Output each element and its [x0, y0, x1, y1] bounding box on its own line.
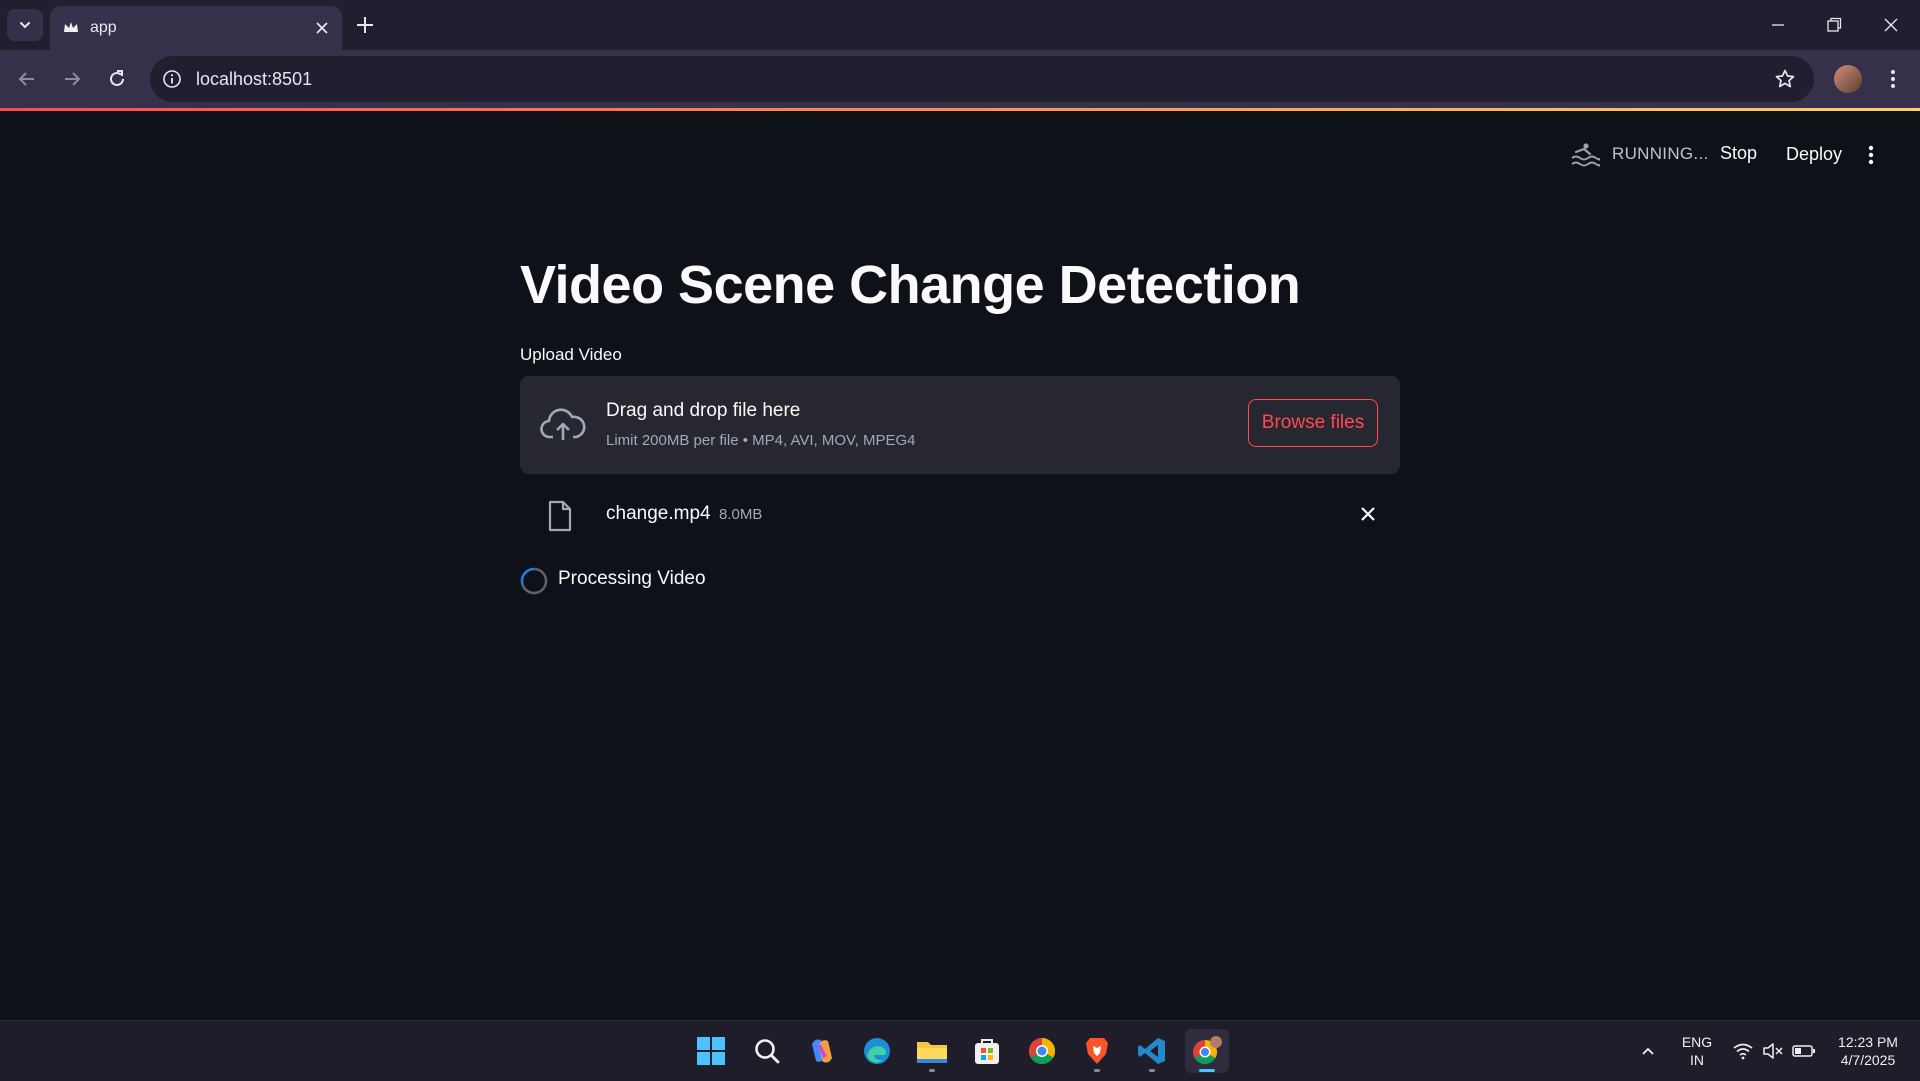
browser-tab-strip: app	[0, 0, 1920, 50]
battery-icon[interactable]	[1792, 1042, 1816, 1060]
taskbar-edge[interactable]	[855, 1029, 899, 1073]
copilot-icon	[812, 1039, 832, 1063]
spinner-text: Processing Video	[558, 568, 706, 589]
app-header: RUNNING... Stop Deploy	[0, 111, 1920, 197]
browser-menu-icon[interactable]	[1888, 68, 1898, 90]
wifi-icon[interactable]	[1732, 1042, 1754, 1060]
chevron-up-icon[interactable]	[1640, 1043, 1656, 1059]
address-bar[interactable]: localhost:8501	[150, 56, 1814, 102]
language-code: ENG	[1681, 1034, 1713, 1050]
file-dropzone[interactable]: Drag and drop file here Limit 200MB per …	[520, 376, 1400, 474]
close-tab-icon[interactable]	[314, 20, 330, 36]
brave-icon	[1086, 1038, 1108, 1064]
search-icon	[755, 1039, 780, 1064]
reload-icon[interactable]	[106, 68, 128, 90]
taskbar-store[interactable]	[965, 1029, 1009, 1073]
minimize-icon[interactable]	[1768, 15, 1788, 35]
new-tab-icon[interactable]	[354, 14, 376, 36]
vscode-icon	[1138, 1038, 1165, 1064]
processing-spinner: Processing Video	[520, 565, 920, 595]
site-info-icon[interactable]	[162, 69, 182, 89]
file-icon	[548, 500, 572, 532]
app-menu-icon[interactable]	[1866, 144, 1876, 166]
cloud-upload-icon	[540, 408, 586, 440]
file-name: change.mp4	[606, 503, 711, 524]
chrome-icon	[1028, 1037, 1056, 1065]
running-indicator	[1149, 1069, 1155, 1072]
restore-icon[interactable]	[1824, 15, 1844, 35]
file-limit-text: Limit 200MB per file • MP4, AVI, MOV, MP…	[606, 432, 916, 449]
url-text: localhost:8501	[196, 69, 313, 89]
streamlit-crown-icon	[64, 22, 78, 32]
taskbar-vscode[interactable]	[1130, 1029, 1174, 1073]
edge-icon	[864, 1038, 890, 1064]
browser-toolbar: localhost:8501	[0, 50, 1920, 108]
running-indicator	[929, 1069, 935, 1072]
upload-label: Upload Video	[520, 345, 622, 364]
back-icon[interactable]	[16, 68, 38, 90]
close-window-icon[interactable]	[1881, 15, 1901, 35]
clock-time: 12:23 PM	[1838, 1034, 1898, 1050]
start-button[interactable]	[689, 1029, 733, 1073]
browser-tab[interactable]: app	[50, 6, 342, 50]
chrome-profile-icon	[1193, 1036, 1222, 1065]
tab-title: app	[90, 19, 117, 36]
running-indicator	[1094, 1069, 1100, 1072]
taskbar-copilot[interactable]	[800, 1029, 844, 1073]
file-explorer-icon	[917, 1042, 947, 1063]
profile-avatar[interactable]	[1834, 65, 1862, 93]
uploaded-file-row: change.mp4 8.0MB	[520, 490, 1400, 540]
page-title: Video Scene Change Detection	[520, 255, 1301, 315]
speaker-muted-icon[interactable]	[1762, 1042, 1784, 1060]
tab-search-button[interactable]	[7, 9, 43, 41]
stop-button[interactable]: Stop	[1720, 143, 1757, 164]
remove-file-icon[interactable]	[1358, 504, 1378, 524]
loading-spinner-icon	[520, 567, 548, 595]
active-indicator	[1199, 1069, 1215, 1072]
bookmark-star-icon[interactable]	[1774, 68, 1796, 90]
taskbar-file-explorer[interactable]	[910, 1029, 954, 1073]
taskbar-search[interactable]	[745, 1029, 789, 1073]
system-clock[interactable]: 12:23 PM 4/7/2025	[1828, 1033, 1908, 1069]
running-status: RUNNING...	[1612, 144, 1709, 163]
start-icon	[697, 1037, 725, 1065]
swimmer-running-icon	[1571, 143, 1600, 167]
store-icon	[975, 1039, 999, 1064]
taskbar: ENG IN 12:23 PM 4/7/2025	[0, 1020, 1920, 1081]
deploy-button[interactable]: Deploy	[1786, 144, 1842, 165]
taskbar-brave[interactable]	[1075, 1029, 1119, 1073]
forward-icon[interactable]	[61, 68, 83, 90]
taskbar-chrome-profile[interactable]	[1185, 1029, 1229, 1073]
taskbar-chrome[interactable]	[1020, 1029, 1064, 1073]
file-size: 8.0MB	[719, 506, 763, 523]
browse-files-button[interactable]: Browse files	[1248, 399, 1378, 447]
language-region: IN	[1690, 1052, 1704, 1068]
clock-date: 4/7/2025	[1840, 1052, 1896, 1068]
chevron-down-icon	[20, 22, 30, 29]
drop-instructions: Drag and drop file here	[606, 400, 801, 421]
language-indicator[interactable]: ENG IN	[1680, 1033, 1714, 1069]
